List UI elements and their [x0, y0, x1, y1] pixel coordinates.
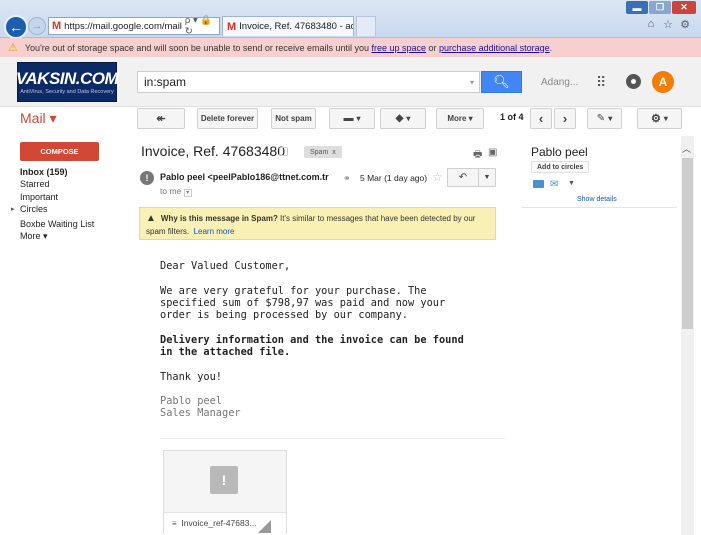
back-icon: ↞	[156, 113, 166, 125]
sidebar-item-starred[interactable]: Starred	[20, 179, 50, 189]
gear-icon: ⚙	[651, 113, 661, 125]
chevron-right-icon: ›	[562, 111, 568, 126]
contact-name[interactable]: Pablo peel	[531, 145, 588, 159]
show-details-link[interactable]: Show details	[577, 196, 617, 203]
favorites-star-icon[interactable]: ☆	[661, 17, 675, 31]
remove-label-icon[interactable]: x	[332, 149, 336, 156]
reply-button[interactable]: ↶	[447, 168, 479, 187]
user-name[interactable]: Adang...	[541, 77, 578, 88]
browser-tab[interactable]: M Invoice, Ref. 47683480 - ad... ×	[222, 16, 354, 36]
older-button[interactable]: ›	[554, 108, 576, 129]
sidebar-item-important[interactable]: Important	[20, 192, 58, 202]
new-window-icon[interactable]: ▣	[488, 147, 497, 158]
reply-icon: ↶	[458, 172, 468, 183]
star-icon[interactable]: ☆	[432, 170, 443, 184]
address-bar[interactable]: M https://mail.google.com/mail ρ ▾ 🔒 ↻	[48, 15, 220, 37]
apps-grid-icon[interactable]: ⠿	[596, 74, 606, 91]
close-icon[interactable]: ✕	[672, 1, 696, 14]
more-button[interactable]: More ▾	[436, 108, 484, 129]
file-preview-icon: !	[210, 466, 238, 494]
sidebar-item-circles[interactable]: Circles	[20, 204, 48, 214]
search-button[interactable]: 🔍︎	[481, 71, 522, 93]
body-paragraph-2: Delivery information and the invoice can…	[160, 334, 464, 358]
paperclip-icon: ⚭	[343, 173, 351, 183]
settings-button[interactable]: ⚙ ▾	[637, 108, 682, 129]
chat-icon[interactable]	[533, 180, 544, 188]
body-paragraph-1: We are very grateful for your purchase. …	[160, 285, 446, 321]
tab-title: Invoice, Ref. 47683480 - ad...	[239, 21, 354, 32]
chevron-left-icon: ‹	[538, 111, 544, 126]
folder-icon: ▬	[343, 113, 354, 124]
newer-button[interactable]: ‹	[530, 108, 552, 129]
attachment-fold-corner	[258, 520, 271, 533]
search-options-chevron-down-icon[interactable]: ▾	[470, 78, 474, 87]
search-input[interactable]: in:spam	[137, 71, 480, 93]
sidebar-item-inbox[interactable]: Inbox (159)	[20, 167, 68, 177]
print-icon[interactable]: 🖶︎	[473, 147, 482, 164]
sidebar-item-more[interactable]: More ▾	[20, 231, 48, 242]
gmail-favicon-icon: M	[52, 20, 62, 32]
warning-icon: ▲	[146, 213, 156, 224]
tools-gear-icon[interactable]: ⚙	[678, 17, 692, 31]
back-arrow-icon[interactable]: ←	[4, 15, 28, 39]
purchase-storage-link[interactable]: purchase additional storage	[439, 43, 550, 53]
move-to-button[interactable]: ▬ ▾	[329, 108, 375, 129]
forward-arrow-icon[interactable]: →	[28, 17, 46, 35]
storage-warning-bar: ⚠ You're out of storage space and will s…	[0, 38, 701, 57]
sender-name[interactable]: Pablo peel <peelPablo186@ttnet.com.tr	[160, 172, 329, 182]
input-tools-button[interactable]: ✎ ▾	[587, 108, 622, 129]
sidebar-item-boxbe[interactable]: Boxbe Waiting List	[20, 219, 94, 229]
scroll-up-chevron-icon[interactable]: ︿	[682, 142, 691, 155]
sender-warning-avatar: !	[140, 171, 154, 185]
free-up-space-link[interactable]: free up space	[371, 43, 426, 53]
minimize-icon[interactable]: ▬	[626, 1, 648, 14]
tag-icon: ◆	[395, 113, 404, 124]
maximize-icon[interactable]: ❐	[649, 1, 671, 14]
scrollbar-thumb[interactable]	[682, 158, 693, 329]
avatar[interactable]: A	[652, 71, 674, 93]
message-date: 5 Mar (1 day ago)	[360, 173, 428, 183]
compose-button[interactable]: COMPOSE	[20, 142, 99, 161]
back-to-list-button[interactable]: ↞	[137, 108, 185, 129]
importance-marker-icon[interactable]	[279, 147, 288, 156]
spam-explanation-box: ▲ Why is this message in Spam? It's simil…	[139, 207, 496, 240]
document-icon: ≡	[172, 519, 177, 528]
delete-forever-button[interactable]: Delete forever	[197, 108, 258, 129]
divider	[160, 438, 505, 439]
divider	[522, 207, 677, 208]
storage-warning-text: You're out of storage space and will soo…	[24, 42, 553, 53]
new-tab-button[interactable]	[356, 16, 376, 36]
chevron-down-icon: ▼	[483, 174, 491, 181]
contact-chevron-down-icon[interactable]: ▼	[568, 180, 575, 187]
url-text: https://mail.google.com/mail	[64, 20, 182, 32]
search-icon: 🔍︎	[493, 74, 510, 89]
learn-more-link[interactable]: Learn more	[194, 227, 235, 236]
body-signature: Pablo peel Sales Manager	[160, 395, 241, 419]
not-spam-button[interactable]: Not spam	[271, 108, 316, 129]
mail-icon[interactable]: ✉	[550, 179, 558, 190]
warning-icon: ⚠	[8, 42, 18, 54]
more-actions-button[interactable]: ▼	[479, 168, 496, 187]
vaksin-logo[interactable]: VAKSIN.COM AntiVirus, Security and Data …	[16, 62, 119, 102]
pencil-icon: ✎	[596, 113, 606, 124]
body-greeting: Dear Valued Customer,	[160, 260, 291, 272]
home-icon[interactable]: ⌂	[644, 17, 658, 31]
recipient-line[interactable]: to me ▾	[160, 186, 192, 197]
gmail-favicon-icon: M	[227, 20, 237, 33]
body-thanks: Thank you!	[160, 371, 222, 383]
message-subject: Invoice, Ref. 47683480	[141, 143, 285, 159]
expand-circles-icon[interactable]: ▸	[11, 205, 15, 213]
page-count: 1 of 4	[500, 112, 524, 122]
spam-label-badge: Spam x	[304, 146, 342, 158]
add-to-circles-button[interactable]: Add to circles	[531, 161, 590, 173]
mail-menu[interactable]: Mail ▾	[20, 110, 57, 127]
address-bar-icons: ρ ▾ 🔒 ↻	[184, 15, 213, 37]
labels-button[interactable]: ◆ ▾	[380, 108, 426, 129]
notifications-icon[interactable]	[626, 74, 641, 89]
show-details-chevron-down-icon[interactable]: ▾	[183, 189, 192, 197]
